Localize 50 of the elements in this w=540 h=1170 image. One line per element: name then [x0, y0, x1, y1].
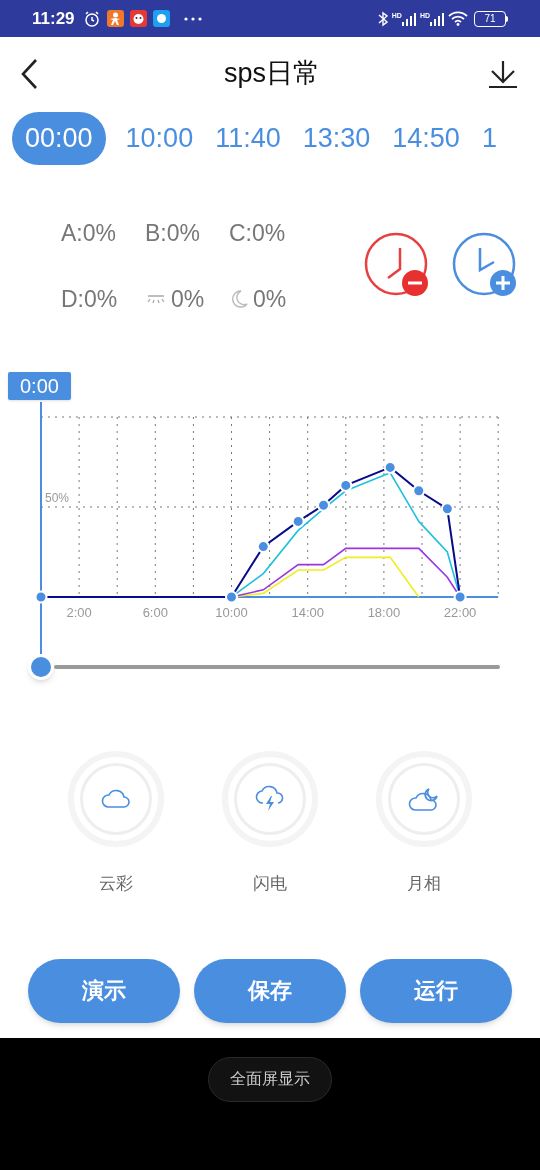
time-tab[interactable]: 13:30	[300, 111, 373, 165]
data-point[interactable]	[412, 484, 426, 498]
time-tooltip: 0:00	[8, 372, 71, 400]
alarm-icon	[82, 9, 101, 28]
data-point[interactable]	[317, 498, 330, 512]
channel-reading: B:0%	[145, 218, 200, 248]
action-button[interactable]: 运行	[360, 958, 512, 1023]
channel-reading: 0%	[253, 285, 287, 314]
effect-label: 闪电	[253, 873, 287, 895]
signal-icon	[430, 11, 444, 26]
signal-icon	[401, 11, 416, 26]
action-button[interactable]: 保存	[194, 958, 346, 1023]
level-label: 50%	[45, 491, 70, 505]
lamp-icon	[145, 293, 167, 306]
time-tab[interactable]: 1	[479, 111, 499, 165]
channel-reading: C:0%	[229, 218, 286, 248]
time-tab[interactable]: 00:00	[12, 111, 106, 165]
x-tick-label: 22:00	[443, 605, 477, 620]
app-icon	[129, 10, 147, 27]
data-point[interactable]	[383, 460, 397, 474]
action-button[interactable]: 演示	[28, 958, 180, 1023]
more-icon	[183, 16, 202, 21]
data-point[interactable]	[440, 502, 454, 516]
x-tick-label: 6:00	[142, 605, 168, 620]
x-tick-label: 10:00	[215, 605, 248, 620]
moon-icon	[229, 289, 249, 310]
data-point[interactable]	[339, 478, 353, 492]
time-tab[interactable]: 10:00	[123, 111, 196, 165]
app-icon	[106, 10, 124, 27]
x-tick-label: 14:00	[291, 605, 324, 620]
data-point[interactable]	[291, 514, 305, 528]
page-title: sps日常	[223, 57, 320, 91]
time-tab[interactable]: 11:40	[213, 111, 283, 165]
fullscreen-toggle[interactable]: 全面屏显示	[208, 1056, 332, 1102]
wifi-icon	[448, 11, 468, 26]
channel-reading: A:0%	[61, 218, 116, 248]
data-point[interactable]	[256, 540, 270, 554]
x-tick-label: 18:00	[367, 605, 401, 620]
channel-reading: D:0%	[61, 285, 118, 314]
cloud-icon	[100, 787, 132, 811]
x-tick-label: 2:00	[66, 605, 92, 620]
effect-label: 云彩	[99, 873, 133, 895]
time-tab[interactable]: 14:50	[390, 111, 462, 165]
bluetooth-icon	[377, 10, 388, 27]
channel-reading: 0%	[171, 285, 205, 314]
slider-thumb[interactable]	[28, 654, 54, 680]
app-icon	[152, 10, 170, 27]
effect-label: 月相	[407, 873, 441, 895]
battery-indicator: 71	[474, 10, 506, 27]
status-time: 11:29	[32, 7, 75, 30]
